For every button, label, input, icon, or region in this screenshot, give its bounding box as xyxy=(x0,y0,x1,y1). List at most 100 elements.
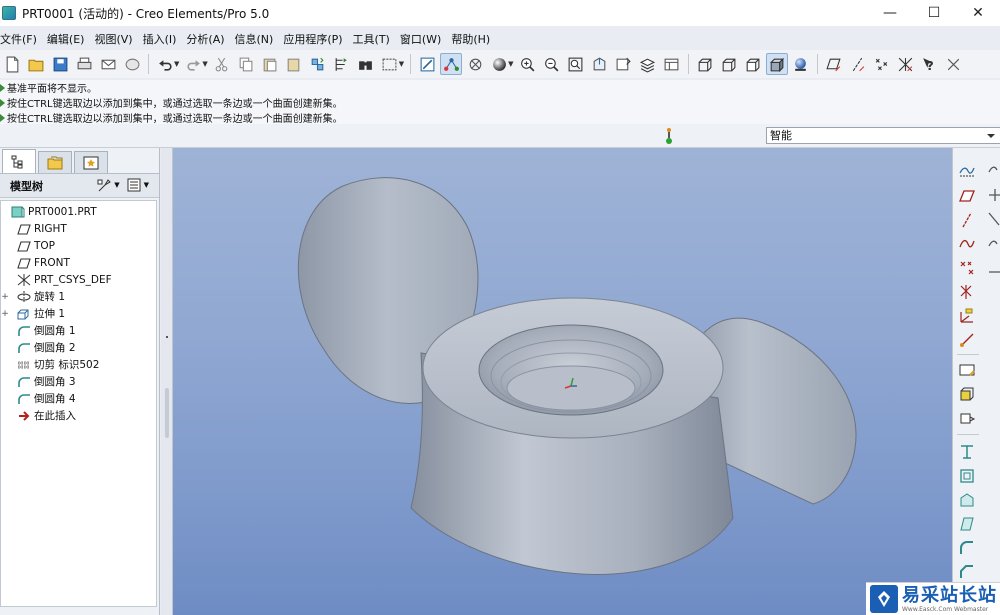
view-manager-button[interactable] xyxy=(661,53,683,75)
datum-plane-tool-button[interactable] xyxy=(956,186,978,206)
expand-icon[interactable]: + xyxy=(1,309,9,319)
tree-item-4[interactable]: PRT_CSYS_DEF xyxy=(1,271,156,288)
rib-button[interactable] xyxy=(956,490,978,510)
message-button[interactable] xyxy=(121,53,143,75)
layers-button[interactable] xyxy=(637,53,659,75)
datum-axis-tool-button[interactable] xyxy=(956,210,978,230)
tab-folder-browser[interactable] xyxy=(38,151,72,173)
sketch-tool-button-2[interactable] xyxy=(987,160,1000,180)
menu-help[interactable]: 帮助(H) xyxy=(446,31,495,47)
menu-info[interactable]: 信息(N) xyxy=(230,31,279,47)
datum-point-tool-button[interactable] xyxy=(956,258,978,278)
datum-axes-display-button[interactable] xyxy=(847,53,869,75)
datum-point-offset-tool-button[interactable] xyxy=(956,282,978,302)
select-box-button[interactable] xyxy=(379,53,401,75)
appearance-dropdown-icon[interactable]: ▼ xyxy=(508,60,513,68)
menu-applications[interactable]: 应用程序(P) xyxy=(278,31,347,47)
sketch-tool-button[interactable] xyxy=(956,160,978,180)
tree-item-2[interactable]: TOP xyxy=(1,237,156,254)
datum-planes-display-button[interactable] xyxy=(823,53,845,75)
cut-button[interactable] xyxy=(211,53,233,75)
select-dropdown-icon[interactable]: ▼ xyxy=(399,60,404,68)
paste-button[interactable] xyxy=(259,53,281,75)
shading-button[interactable] xyxy=(765,53,788,75)
tree-item-5[interactable]: + 旋转 1 xyxy=(1,288,156,305)
find-button[interactable] xyxy=(355,53,377,75)
redo-button[interactable] xyxy=(182,53,204,75)
analysis-feature-button[interactable] xyxy=(956,330,978,350)
graphics-window[interactable] xyxy=(173,148,952,615)
splitter-grip[interactable] xyxy=(165,388,169,438)
spin-center-button[interactable] xyxy=(440,53,463,75)
extrude-button[interactable] xyxy=(956,384,978,404)
zoom-out-button[interactable] xyxy=(541,53,563,75)
regen-manager-button[interactable] xyxy=(331,53,353,75)
copy-button[interactable] xyxy=(235,53,257,75)
expand-icon[interactable]: + xyxy=(1,292,9,302)
tree-settings-icon[interactable] xyxy=(96,177,112,193)
revolve-button[interactable] xyxy=(956,408,978,428)
menu-edit[interactable]: 编辑(E) xyxy=(42,31,90,47)
datum-points-display-button[interactable] xyxy=(871,53,893,75)
new-file-button[interactable] xyxy=(1,53,23,75)
wireframe-button[interactable] xyxy=(694,53,716,75)
reorient-button[interactable] xyxy=(589,53,611,75)
tree-item-0[interactable]: PRT0001.PRT xyxy=(1,203,156,220)
undo-button[interactable] xyxy=(154,53,176,75)
close-button[interactable]: ✕ xyxy=(956,0,1000,26)
whats-this-help-button[interactable]: ? xyxy=(919,53,941,75)
saved-views-button[interactable] xyxy=(613,53,635,75)
tab-model-tree[interactable] xyxy=(2,149,36,173)
csys-tool-button[interactable] xyxy=(956,306,978,326)
datum-tool-button-3[interactable] xyxy=(987,210,1000,230)
hidden-line-button[interactable] xyxy=(718,53,740,75)
tree-item-7[interactable]: 倒圆角 1 xyxy=(1,322,156,339)
minimize-button[interactable]: — xyxy=(868,0,912,26)
maximize-button[interactable]: ☐ xyxy=(912,0,956,26)
appearance-button[interactable] xyxy=(488,53,510,75)
panel-splitter[interactable] xyxy=(161,148,173,615)
tree-item-1[interactable]: RIGHT xyxy=(1,220,156,237)
selection-filter-select[interactable]: 智能 xyxy=(766,127,1000,144)
menu-insert[interactable]: 插入(I) xyxy=(138,31,182,47)
menu-analysis[interactable]: 分析(A) xyxy=(181,31,229,47)
csys-display-button[interactable] xyxy=(895,53,917,75)
sketch-button[interactable] xyxy=(956,360,978,380)
undo-dropdown-icon[interactable]: ▼ xyxy=(174,60,179,68)
refit-button[interactable] xyxy=(565,53,587,75)
paste-special-button[interactable] xyxy=(283,53,305,75)
save-button[interactable] xyxy=(49,53,71,75)
tree-item-8[interactable]: 倒圆角 2 xyxy=(1,339,156,356)
menu-view[interactable]: 视图(V) xyxy=(89,31,137,47)
tab-favorites[interactable] xyxy=(74,151,108,173)
repaint-button[interactable] xyxy=(416,53,438,75)
print-button[interactable] xyxy=(73,53,95,75)
tree-settings-dropdown-icon[interactable]: ▼ xyxy=(114,181,119,189)
datum-tool-button-5[interactable] xyxy=(987,258,1000,278)
menu-tools[interactable]: 工具(T) xyxy=(348,31,395,47)
wing-nut-model[interactable] xyxy=(173,148,952,615)
tree-item-3[interactable]: FRONT xyxy=(1,254,156,271)
shell-button[interactable] xyxy=(956,466,978,486)
datum-curve-tool-button[interactable] xyxy=(956,234,978,254)
open-button[interactable] xyxy=(25,53,47,75)
datum-tool-button-2[interactable] xyxy=(987,186,1000,206)
extra-toolbar-button[interactable] xyxy=(943,53,965,75)
model-display-button[interactable] xyxy=(790,53,812,75)
send-button[interactable] xyxy=(97,53,119,75)
redo-dropdown-icon[interactable]: ▼ xyxy=(202,60,207,68)
no-hidden-button[interactable] xyxy=(742,53,764,75)
chamfer-button[interactable] xyxy=(956,562,978,582)
show-menu-icon[interactable] xyxy=(126,177,142,193)
show-dropdown-icon[interactable]: ▼ xyxy=(144,181,149,189)
round-button[interactable] xyxy=(956,538,978,558)
tree-item-12[interactable]: 在此插入 xyxy=(1,407,156,424)
menu-file[interactable]: 文件(F) xyxy=(0,31,42,47)
regenerate-button[interactable] xyxy=(307,53,329,75)
draft-button[interactable] xyxy=(956,514,978,534)
datum-tool-button-4[interactable] xyxy=(987,234,1000,254)
orient-mode-button[interactable] xyxy=(464,53,486,75)
tree-item-11[interactable]: 倒圆角 4 xyxy=(1,390,156,407)
tree-item-6[interactable]: + 拉伸 1 xyxy=(1,305,156,322)
tree-item-9[interactable]: 切剪 标识502 xyxy=(1,356,156,373)
